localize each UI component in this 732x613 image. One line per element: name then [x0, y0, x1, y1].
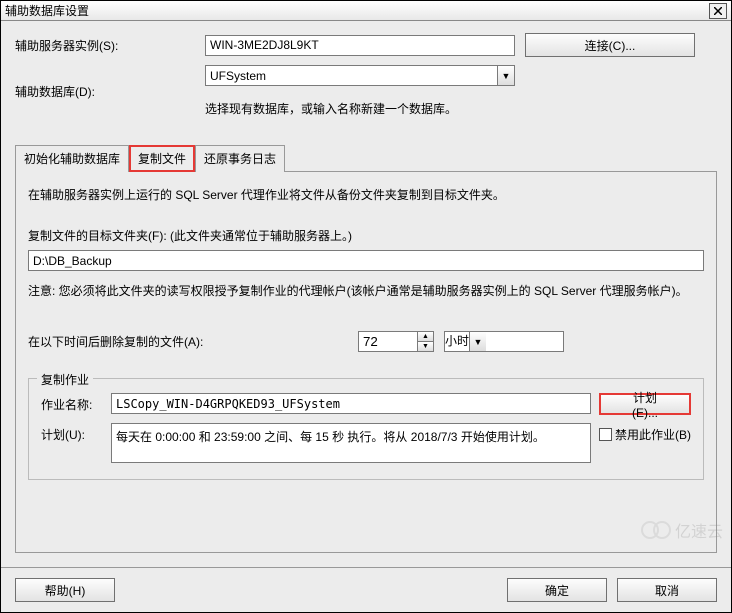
disable-job-label: 禁用此作业(B)	[615, 426, 691, 443]
tab-restore-log[interactable]: 还原事务日志	[195, 145, 285, 172]
cancel-button[interactable]: 取消	[617, 578, 717, 602]
delete-after-label: 在以下时间后删除复制的文件(A):	[28, 333, 358, 350]
window-title: 辅助数据库设置	[5, 2, 709, 19]
schedule-button[interactable]: 计划(E)...	[599, 393, 691, 415]
connect-button[interactable]: 连接(C)...	[525, 33, 695, 57]
help-button[interactable]: 帮助(H)	[15, 578, 115, 602]
close-icon	[714, 7, 722, 15]
disable-job-checkbox[interactable]	[599, 428, 612, 441]
delete-after-spinner[interactable]: ▲ ▼	[358, 331, 434, 352]
database-select[interactable]: UFSystem ▼	[205, 65, 515, 86]
job-name-input[interactable]	[111, 393, 591, 414]
database-hint: 选择现有数据库，或输入名称新建一个数据库。	[205, 100, 457, 117]
permission-note: 注意: 您必须将此文件夹的读写权限授予复制作业的代理帐户(该帐户通常是辅助服务器…	[28, 281, 704, 301]
job-name-label: 作业名称:	[41, 393, 111, 413]
copy-description: 在辅助服务器实例上运行的 SQL Server 代理作业将文件从备份文件夹复制到…	[28, 186, 704, 203]
close-button[interactable]	[709, 3, 727, 19]
server-instance-input[interactable]	[205, 35, 515, 56]
spinner-up-icon[interactable]: ▲	[418, 332, 433, 342]
disable-job-checkbox-wrap[interactable]: 禁用此作业(B)	[599, 423, 691, 443]
spinner-buttons: ▲ ▼	[418, 331, 434, 352]
copy-job-legend: 复制作业	[37, 371, 93, 388]
dialog-window: 辅助数据库设置 辅助服务器实例(S): 连接(C)... 辅助数据库(D): U…	[0, 0, 732, 613]
titlebar: 辅助数据库设置	[1, 1, 731, 21]
delete-unit-value: 小时	[445, 332, 469, 351]
database-select-value: UFSystem	[206, 69, 497, 83]
delete-after-value[interactable]	[358, 331, 418, 352]
job-name-row: 作业名称: 计划(E)...	[41, 393, 691, 415]
server-label: 辅助服务器实例(S):	[15, 37, 205, 54]
tab-strip: 初始化辅助数据库 复制文件 还原事务日志	[15, 145, 717, 172]
server-row: 辅助服务器实例(S): 连接(C)...	[15, 33, 717, 57]
delete-unit-select[interactable]: 小时 ▼	[444, 331, 564, 352]
delete-after-row: 在以下时间后删除复制的文件(A): ▲ ▼ 小时 ▼	[28, 331, 704, 352]
database-row: 辅助数据库(D): UFSystem ▼ 选择现有数据库，或输入名称新建一个数据…	[15, 65, 717, 117]
dropdown-arrow-icon: ▼	[497, 66, 514, 85]
dialog-button-bar: 帮助(H) 确定 取消	[1, 567, 731, 612]
spinner-down-icon[interactable]: ▼	[418, 342, 433, 351]
dropdown-arrow-icon: ▼	[469, 332, 486, 351]
database-label: 辅助数据库(D):	[15, 83, 205, 100]
dialog-content: 辅助服务器实例(S): 连接(C)... 辅助数据库(D): UFSystem …	[1, 21, 731, 567]
tab-init-secondary[interactable]: 初始化辅助数据库	[15, 145, 129, 172]
ok-button[interactable]: 确定	[507, 578, 607, 602]
tab-panel-copy: 在辅助服务器实例上运行的 SQL Server 代理作业将文件从备份文件夹复制到…	[15, 172, 717, 553]
dest-folder-input[interactable]	[28, 250, 704, 271]
job-schedule-row: 计划(U): 每天在 0:00:00 和 23:59:00 之间、每 15 秒 …	[41, 423, 691, 463]
tab-copy-files[interactable]: 复制文件	[129, 145, 195, 172]
job-schedule-label: 计划(U):	[41, 423, 111, 443]
job-schedule-text: 每天在 0:00:00 和 23:59:00 之间、每 15 秒 执行。将从 2…	[111, 423, 591, 463]
copy-job-fieldset: 复制作业 作业名称: 计划(E)... 计划(U): 每天在 0:00:00 和…	[28, 378, 704, 480]
dest-folder-label: 复制文件的目标文件夹(F): (此文件夹通常位于辅助服务器上。)	[28, 227, 704, 244]
